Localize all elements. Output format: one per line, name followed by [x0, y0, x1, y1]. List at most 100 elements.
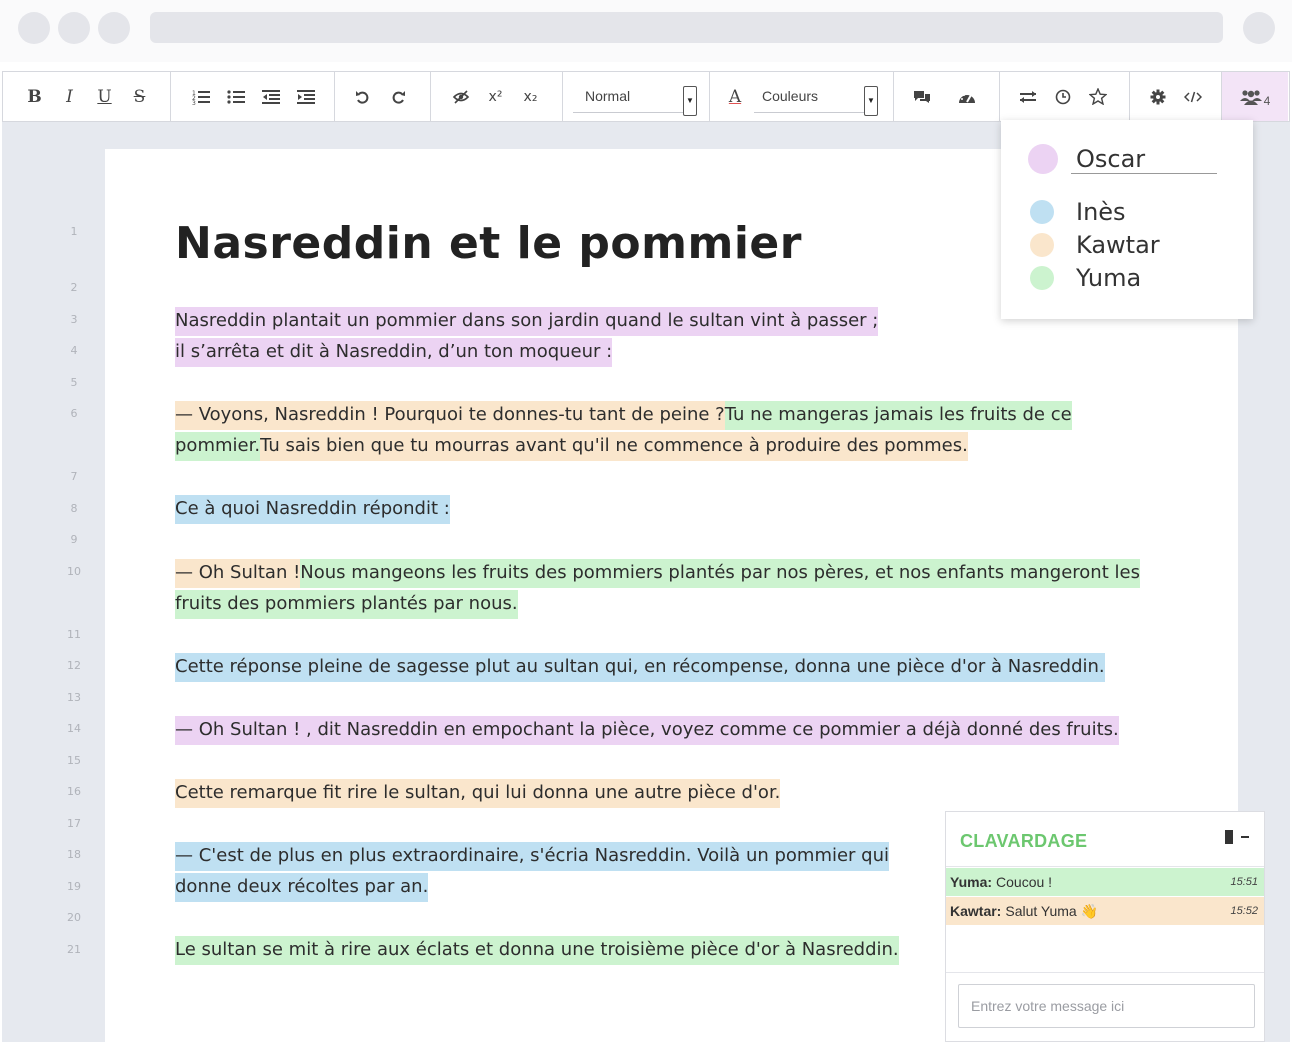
- user-name: Oscar: [1076, 145, 1146, 173]
- chat-message-time: 15:51: [1230, 876, 1258, 888]
- line-number: 18: [67, 848, 81, 861]
- subscript-button[interactable]: x₂: [513, 72, 548, 121]
- chat-panel: CLAVARDAGE Yuma: Coucou ! 15:51 Kawtar: …: [945, 811, 1265, 1042]
- user-item[interactable]: Inès: [1030, 198, 1126, 226]
- window-minimize-dot[interactable]: [58, 12, 90, 44]
- line-number: 7: [70, 470, 78, 483]
- star-icon[interactable]: [1080, 72, 1115, 121]
- yuma-edit: Le sultan se mit à rire aux éclats et do…: [175, 936, 899, 965]
- paragraph-2[interactable]: — Voyons, Nasreddin ! Pourquoi te donnes…: [175, 399, 1135, 461]
- format-select-value: Normal: [585, 88, 631, 104]
- line-number: 4: [70, 344, 78, 357]
- user-color-dot: [1028, 144, 1058, 174]
- browser-menu-dot[interactable]: [1243, 12, 1275, 44]
- users-icon: [1239, 89, 1262, 105]
- oscar-edit: il s’arrêta et dit à Nasreddin, d’un ton…: [175, 338, 613, 367]
- dashboard-icon[interactable]: [949, 72, 984, 121]
- paragraph-3[interactable]: Ce à quoi Nasreddin répondit :: [175, 493, 1175, 524]
- chat-title: CLAVARDAGE: [960, 831, 1088, 851]
- strikethrough-button[interactable]: S: [122, 72, 157, 121]
- text-style-group: B I U S: [3, 72, 171, 121]
- line-number: 15: [67, 754, 81, 767]
- history-clock-icon[interactable]: [1045, 72, 1080, 121]
- chat-message-input[interactable]: [958, 984, 1255, 1028]
- ines-edit: Ce à quoi Nasreddin répondit :: [175, 495, 450, 524]
- ines-edit: — C'est de plus en plus extraordinaire, …: [175, 842, 890, 902]
- redo-icon[interactable]: [380, 72, 415, 121]
- chevron-down-icon: ▼: [683, 85, 697, 116]
- user-item[interactable]: Kawtar: [1030, 231, 1160, 259]
- user-item-self[interactable]: Oscar: [1028, 144, 1145, 174]
- color-group: A Couleurs ▼: [710, 72, 894, 121]
- paragraph-8[interactable]: — C'est de plus en plus extraordinaire, …: [175, 840, 945, 902]
- ines-edit: Cette réponse pleine de sagesse plut au …: [175, 653, 1105, 682]
- user-color-dot: [1030, 233, 1054, 257]
- bullet-list-icon[interactable]: [218, 72, 253, 121]
- paragraph-7[interactable]: Cette remarque fit rire le sultan, qui l…: [175, 777, 1175, 808]
- chat-message-time: 15:52: [1230, 905, 1258, 917]
- chat-header: CLAVARDAGE: [946, 812, 1264, 867]
- users-count: 4: [1263, 93, 1271, 108]
- chat-message-text: Coucou !: [996, 874, 1053, 890]
- kawtar-edit: Cette remarque fit rire le sultan, qui l…: [175, 779, 781, 808]
- address-bar[interactable]: [150, 12, 1223, 43]
- kawtar-edit: — Voyons, Nasreddin ! Pourquoi te donnes…: [175, 401, 725, 430]
- swap-icon[interactable]: [1010, 72, 1045, 121]
- kawtar-edit: Tu sais bien que tu mourras avant qu'il …: [260, 432, 968, 461]
- user-color-dot: [1030, 200, 1054, 224]
- media-group: [894, 72, 1000, 121]
- oscar-edit: Nasreddin plantait un pommier dans son j…: [175, 307, 879, 336]
- user-item[interactable]: Yuma: [1030, 264, 1141, 292]
- line-number: 10: [67, 565, 81, 578]
- outdent-icon[interactable]: [253, 72, 288, 121]
- indent-icon[interactable]: [288, 72, 323, 121]
- paragraph-5[interactable]: Cette réponse pleine de sagesse plut au …: [175, 651, 1175, 682]
- chat-message: Yuma: Coucou ! 15:51: [946, 868, 1264, 896]
- comments-icon[interactable]: [904, 72, 939, 121]
- svg-text:3: 3: [192, 100, 196, 105]
- settings-group: [1130, 72, 1222, 121]
- line-number: 12: [67, 659, 81, 672]
- window-close-dot[interactable]: [18, 12, 50, 44]
- superscript-button[interactable]: x²: [478, 72, 513, 121]
- line-number: 21: [67, 943, 81, 956]
- user-name: Kawtar: [1076, 231, 1160, 259]
- paragraph-6[interactable]: — Oh Sultan ! , dit Nasreddin en empocha…: [175, 714, 1175, 745]
- line-number: 13: [67, 691, 81, 704]
- document-title[interactable]: Nasreddin et le pommier: [175, 218, 802, 269]
- line-number: 1: [70, 225, 78, 238]
- bold-button[interactable]: B: [17, 72, 52, 121]
- chat-minimize-icon[interactable]: [1240, 830, 1250, 844]
- line-number: 17: [67, 817, 81, 830]
- users-dropdown: Oscar Inès Kawtar Yuma: [1001, 120, 1253, 319]
- divider: [1071, 173, 1217, 174]
- format-select[interactable]: Normal ▼: [573, 81, 697, 116]
- script-group: x² x₂: [431, 72, 563, 121]
- undo-icon[interactable]: [345, 72, 380, 121]
- code-icon[interactable]: [1175, 72, 1210, 121]
- gear-icon[interactable]: [1140, 72, 1175, 121]
- chat-controls: [1224, 830, 1250, 844]
- editor-toolbar: B I U S 123 x² x₂ Normal ▼ A Couleurs ▼ …: [2, 71, 1290, 122]
- line-number: 14: [67, 722, 81, 735]
- color-select-value: Couleurs: [762, 88, 819, 104]
- text-color-button[interactable]: A: [720, 72, 750, 121]
- clear-format-icon[interactable]: [443, 72, 478, 121]
- line-number: 16: [67, 785, 81, 798]
- window-maximize-dot[interactable]: [98, 12, 130, 44]
- line-number: 6: [70, 407, 78, 420]
- underline-button[interactable]: U: [87, 72, 122, 121]
- color-select[interactable]: Couleurs ▼: [754, 81, 878, 116]
- paragraph-9[interactable]: Le sultan se mit à rire aux éclats et do…: [175, 934, 945, 965]
- line-number: 5: [70, 376, 78, 389]
- paragraph-4[interactable]: — Oh Sultan !Nous mangeons les fruits de…: [175, 557, 1175, 619]
- italic-button[interactable]: I: [52, 72, 87, 121]
- oscar-edit: — Oh Sultan ! , dit Nasreddin en empocha…: [175, 716, 1119, 745]
- yuma-edit: Nous mangeons les fruits des pommiers pl…: [175, 559, 1140, 619]
- chat-expand-icon[interactable]: [1224, 830, 1234, 844]
- ordered-list-icon[interactable]: 123: [183, 72, 218, 121]
- line-number: 19: [67, 880, 81, 893]
- line-number: 8: [70, 502, 78, 515]
- line-number: 11: [67, 628, 81, 641]
- users-button[interactable]: 4: [1222, 72, 1288, 121]
